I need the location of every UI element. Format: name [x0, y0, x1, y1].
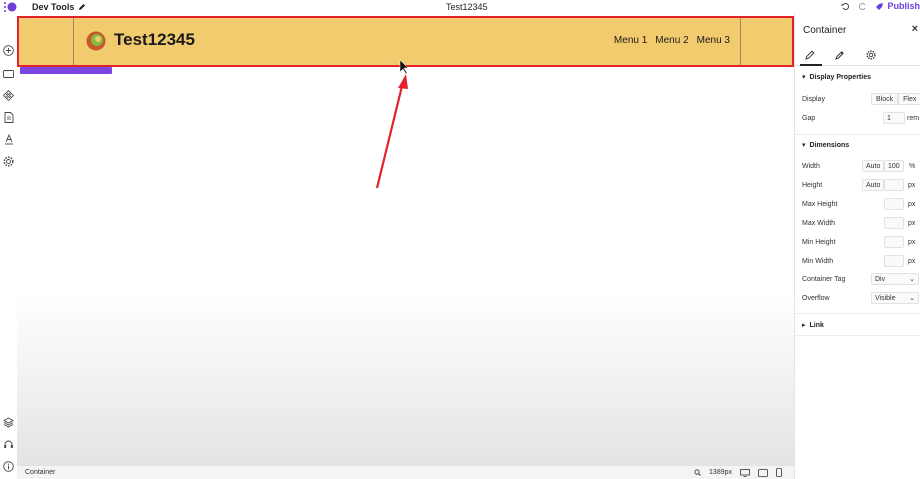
properties-panel: Container × ▾ Display Properties Display… [794, 14, 920, 479]
min-width-input[interactable] [884, 255, 904, 267]
topbar-actions: Publish [841, 1, 920, 11]
min-height-label: Min Height [802, 239, 836, 246]
editor-app: Dev Tools Test12345 Publish Test12345 Me… [0, 0, 920, 479]
link-heading: Link [809, 321, 824, 329]
design-canvas[interactable]: Test12345 Menu 1 Menu 2 Menu 3 [17, 14, 794, 465]
app-title-text: Dev Tools [32, 2, 75, 12]
top-bar: Dev Tools Test12345 Publish [0, 0, 920, 14]
overflow-value: Visible [875, 294, 896, 302]
layers-icon[interactable] [2, 416, 15, 429]
height-input[interactable] [884, 179, 904, 191]
panel-tabs [795, 46, 920, 66]
tab-interactions-dropper-icon[interactable] [833, 48, 847, 62]
caret-right-icon: ▸ [802, 322, 806, 329]
min-width-label: Min Width [802, 258, 834, 265]
max-width-unit[interactable]: px [908, 220, 915, 227]
chevron-down-icon: ⌄ [909, 276, 915, 283]
container-tag-label: Container Tag [802, 276, 846, 283]
typography-icon[interactable] [2, 133, 15, 146]
zoom-search-icon[interactable] [694, 469, 701, 476]
min-height-unit[interactable]: px [908, 239, 915, 246]
page-title: Test12345 [446, 2, 488, 12]
height-label: Height [802, 182, 823, 189]
min-height-input[interactable] [884, 236, 904, 248]
support-headset-icon[interactable] [2, 438, 15, 451]
gap-input[interactable]: 1 [883, 112, 905, 124]
publish-label: Publish [887, 1, 920, 11]
app-title[interactable]: Dev Tools [32, 2, 86, 12]
pages-icon[interactable] [2, 111, 15, 124]
section-divider [795, 134, 920, 135]
max-height-unit[interactable]: px [908, 201, 915, 208]
display-label: Display [802, 96, 825, 103]
tab-style-pencil-icon[interactable] [800, 48, 822, 66]
display-properties-section[interactable]: ▾ Display Properties [802, 73, 871, 82]
caret-down-icon: ▾ [802, 142, 806, 149]
width-auto-button[interactable]: Auto [862, 160, 884, 172]
components-icon[interactable] [2, 89, 15, 102]
width-unit[interactable]: % [909, 163, 915, 170]
display-properties-heading: Display Properties [809, 73, 871, 81]
section-divider [795, 335, 920, 336]
container-tag-select[interactable]: Div ⌄ [871, 273, 919, 285]
viewport-width-readout[interactable]: 1389px [709, 469, 732, 476]
viewport-controls: 1389px [694, 468, 782, 477]
app-logo-icon[interactable] [3, 1, 17, 13]
rocket-icon [876, 2, 884, 10]
caret-down-icon: ▾ [802, 74, 806, 81]
tab-settings-gear-icon[interactable] [864, 48, 878, 62]
panel-title: Container [803, 25, 847, 36]
gap-label: Gap [802, 115, 816, 122]
container-tag-value: Div [875, 275, 886, 283]
layout-block-icon[interactable] [2, 67, 15, 80]
add-element-icon[interactable] [2, 44, 15, 57]
overflow-select[interactable]: Visible ⌄ [871, 292, 919, 304]
annotation-arrow [375, 59, 409, 189]
max-height-input[interactable] [884, 198, 904, 210]
max-width-input[interactable] [884, 217, 904, 229]
link-section[interactable]: ▸ Link [802, 321, 824, 330]
chevron-down-icon: ⌄ [909, 295, 915, 302]
max-width-label: Max Width [802, 220, 836, 227]
overflow-label: Overflow [802, 295, 830, 302]
redo-icon[interactable] [858, 2, 867, 11]
height-unit[interactable]: px [908, 182, 915, 189]
dimensions-section[interactable]: ▾ Dimensions [802, 141, 850, 150]
breadcrumb[interactable]: Container [25, 469, 55, 476]
desktop-view-icon[interactable] [740, 468, 750, 477]
left-toolbar [0, 14, 17, 479]
mobile-view-icon[interactable] [776, 468, 782, 477]
gap-unit[interactable]: rem [907, 115, 919, 122]
publish-button[interactable]: Publish [875, 1, 920, 11]
settings-gear-icon[interactable] [2, 155, 15, 168]
status-bar: Container 1389px [17, 465, 794, 479]
info-icon[interactable] [2, 460, 15, 473]
edit-pencil-icon[interactable] [78, 3, 86, 11]
display-flex-option[interactable]: Flex [898, 93, 920, 105]
tablet-view-icon[interactable] [758, 468, 768, 477]
max-height-label: Max Height [802, 201, 838, 208]
display-block-option[interactable]: Block [871, 93, 899, 105]
display-toggle: Block Flex [871, 93, 920, 105]
section-divider [795, 313, 920, 314]
undo-icon[interactable] [841, 2, 850, 11]
min-width-unit[interactable]: px [908, 258, 915, 265]
width-input[interactable]: 100 [884, 160, 904, 172]
close-icon[interactable]: × [912, 23, 918, 35]
height-auto-button[interactable]: Auto [862, 179, 884, 191]
width-label: Width [802, 163, 820, 170]
dimensions-heading: Dimensions [809, 141, 850, 149]
